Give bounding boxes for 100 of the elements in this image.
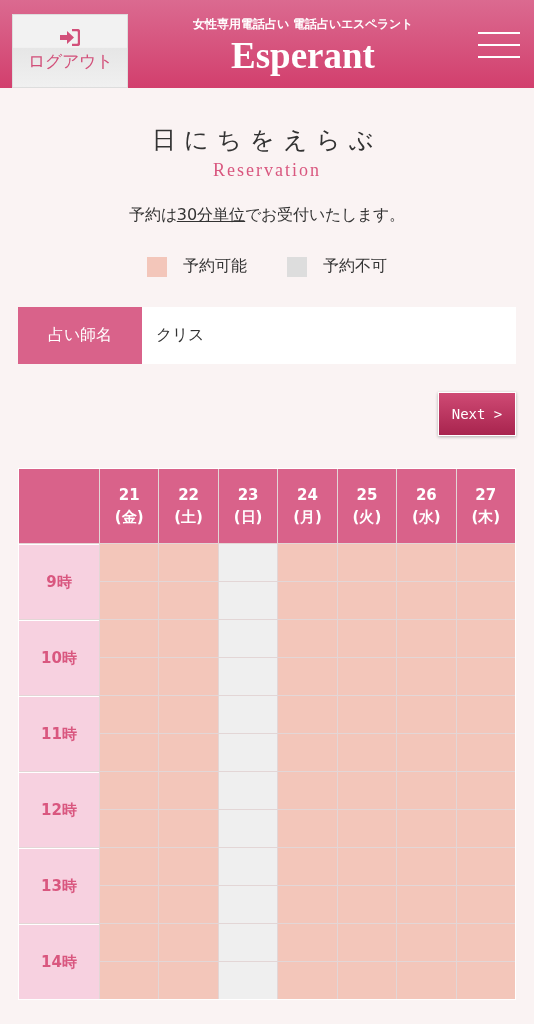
time-slot[interactable] bbox=[456, 582, 515, 619]
time-slot[interactable] bbox=[159, 848, 218, 885]
time-slot[interactable] bbox=[218, 962, 278, 999]
time-slot[interactable] bbox=[397, 810, 456, 847]
time-slot[interactable] bbox=[218, 886, 278, 923]
next-button[interactable]: Next > bbox=[438, 392, 516, 436]
time-slot[interactable] bbox=[337, 544, 397, 581]
time-slot[interactable] bbox=[159, 924, 218, 961]
time-slot[interactable] bbox=[337, 696, 397, 733]
time-slot[interactable] bbox=[278, 962, 337, 999]
time-slot[interactable] bbox=[159, 810, 218, 847]
time-slot[interactable] bbox=[337, 924, 397, 961]
sign-in-icon bbox=[60, 29, 80, 46]
day-weekday: (土) bbox=[174, 507, 203, 528]
time-slot[interactable] bbox=[337, 582, 397, 619]
time-slot[interactable] bbox=[159, 696, 218, 733]
time-slot[interactable] bbox=[337, 810, 397, 847]
time-slot[interactable] bbox=[218, 696, 278, 733]
time-slot[interactable] bbox=[397, 582, 456, 619]
time-slot[interactable] bbox=[397, 734, 456, 771]
time-slot[interactable] bbox=[159, 620, 218, 657]
time-slot[interactable] bbox=[456, 544, 515, 581]
time-slot[interactable] bbox=[337, 620, 397, 657]
time-slot[interactable] bbox=[278, 886, 337, 923]
time-slot[interactable] bbox=[397, 886, 456, 923]
time-slot[interactable] bbox=[100, 810, 159, 847]
time-slot[interactable] bbox=[337, 886, 397, 923]
time-slot[interactable] bbox=[218, 810, 278, 847]
time-slot[interactable] bbox=[456, 696, 515, 733]
time-slot[interactable] bbox=[159, 886, 218, 923]
time-slot[interactable] bbox=[100, 886, 159, 923]
time-slot[interactable] bbox=[159, 772, 218, 809]
time-slot[interactable] bbox=[218, 772, 278, 809]
fortune-teller-field: クリス bbox=[142, 307, 516, 364]
time-slot[interactable] bbox=[456, 772, 515, 809]
time-slot[interactable] bbox=[159, 582, 218, 619]
time-slot[interactable] bbox=[278, 620, 337, 657]
hour-label: 12時 bbox=[19, 772, 99, 847]
time-slot[interactable] bbox=[337, 772, 397, 809]
time-slot[interactable] bbox=[456, 734, 515, 771]
day-date: 24 bbox=[297, 485, 318, 506]
time-slot[interactable] bbox=[278, 582, 337, 619]
time-slot[interactable] bbox=[456, 924, 515, 961]
time-slot[interactable] bbox=[456, 848, 515, 885]
time-slot[interactable] bbox=[218, 582, 278, 619]
time-slot[interactable] bbox=[100, 772, 159, 809]
time-slot[interactable] bbox=[218, 658, 278, 695]
time-slot[interactable] bbox=[100, 658, 159, 695]
day-date: 27 bbox=[475, 485, 497, 506]
legend-label: 予約可能 bbox=[183, 256, 247, 277]
time-slot[interactable] bbox=[397, 620, 456, 657]
time-slot[interactable] bbox=[337, 848, 397, 885]
time-slot[interactable] bbox=[456, 620, 515, 657]
time-slot[interactable] bbox=[397, 848, 456, 885]
time-slot[interactable] bbox=[456, 962, 515, 999]
time-slot[interactable] bbox=[278, 772, 337, 809]
time-slot[interactable] bbox=[100, 962, 159, 999]
time-slot[interactable] bbox=[159, 544, 218, 581]
logout-button[interactable]: ログアウト bbox=[12, 14, 128, 88]
time-slot[interactable] bbox=[397, 696, 456, 733]
time-slot[interactable] bbox=[278, 734, 337, 771]
time-slot[interactable] bbox=[397, 658, 456, 695]
time-slot[interactable] bbox=[278, 658, 337, 695]
time-slot[interactable] bbox=[397, 544, 456, 581]
time-slot[interactable] bbox=[218, 734, 278, 771]
time-slot[interactable] bbox=[278, 544, 337, 581]
time-slot[interactable] bbox=[397, 924, 456, 961]
time-slot[interactable] bbox=[100, 696, 159, 733]
time-slot[interactable] bbox=[159, 734, 218, 771]
time-slot[interactable] bbox=[278, 848, 337, 885]
time-slot[interactable] bbox=[456, 886, 515, 923]
time-slot[interactable] bbox=[337, 658, 397, 695]
time-slot[interactable] bbox=[278, 810, 337, 847]
time-slot[interactable] bbox=[100, 734, 159, 771]
time-slot[interactable] bbox=[100, 924, 159, 961]
time-slot[interactable] bbox=[397, 772, 456, 809]
tagline: 女性専用電話占い 電話占いエスペラント bbox=[192, 16, 414, 33]
time-slot[interactable] bbox=[218, 848, 278, 885]
time-slot[interactable] bbox=[100, 620, 159, 657]
time-slot[interactable] bbox=[100, 848, 159, 885]
time-slot[interactable] bbox=[397, 962, 456, 999]
time-slot[interactable] bbox=[218, 924, 278, 961]
day-weekday: (水) bbox=[412, 507, 441, 528]
menu-button[interactable] bbox=[478, 32, 520, 61]
day-weekday: (金) bbox=[114, 507, 144, 528]
hour-label: 13時 bbox=[19, 848, 99, 923]
time-slot[interactable] bbox=[218, 544, 278, 581]
time-slot[interactable] bbox=[456, 810, 515, 847]
time-slot[interactable] bbox=[337, 962, 397, 999]
time-slot[interactable] bbox=[100, 544, 159, 581]
day-date: 26 bbox=[415, 485, 437, 506]
time-slot[interactable] bbox=[159, 658, 218, 695]
time-slot[interactable] bbox=[218, 620, 278, 657]
time-slot[interactable] bbox=[100, 582, 159, 619]
time-slot[interactable] bbox=[278, 696, 337, 733]
logo[interactable]: Esperant bbox=[231, 33, 375, 79]
time-slot[interactable] bbox=[278, 924, 337, 961]
time-slot[interactable] bbox=[456, 658, 515, 695]
time-slot[interactable] bbox=[159, 962, 218, 999]
time-slot[interactable] bbox=[337, 734, 397, 771]
